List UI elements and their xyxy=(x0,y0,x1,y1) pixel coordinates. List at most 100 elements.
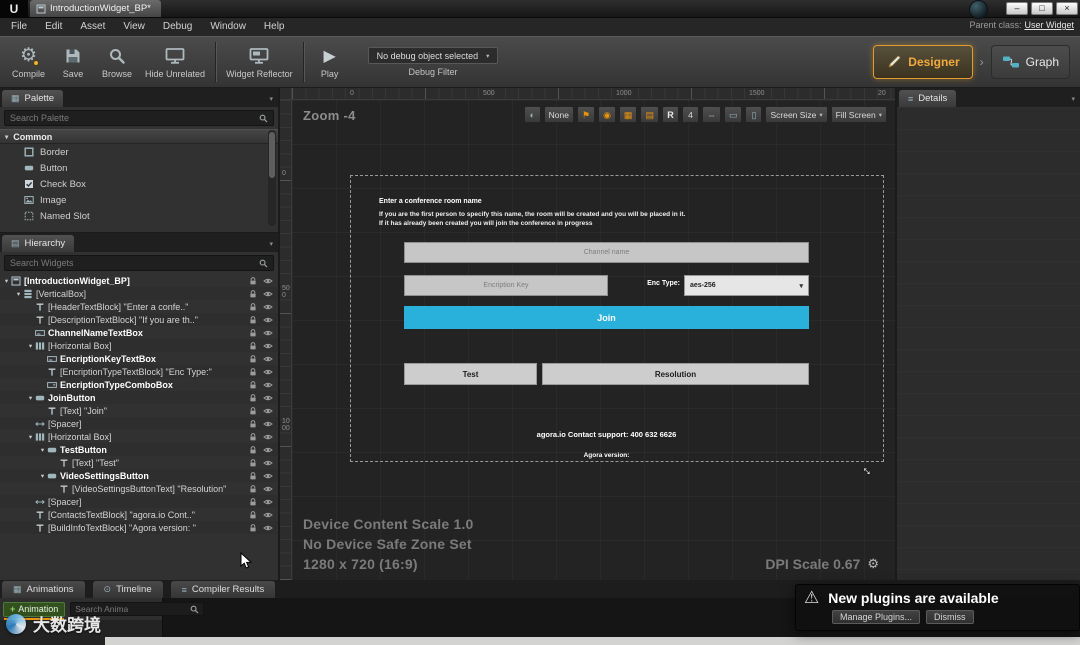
hierarchy-row[interactable]: EncriptionKeyTextBox xyxy=(0,352,278,365)
expand-arrow-icon[interactable]: ▾ xyxy=(38,446,47,454)
minimize-button[interactable]: – xyxy=(1006,2,1028,15)
lock-icon[interactable] xyxy=(248,484,258,494)
hierarchy-search-input[interactable] xyxy=(10,258,255,268)
eye-icon[interactable] xyxy=(263,341,273,351)
dismiss-button[interactable]: Dismiss xyxy=(926,610,974,624)
palette-item[interactable]: Image xyxy=(0,192,278,208)
localization-preview-button[interactable]: ◐ xyxy=(523,106,541,123)
lock-icon[interactable] xyxy=(248,302,258,312)
canvas-heading-text[interactable]: Enter a conference room name xyxy=(379,198,482,205)
tab-animations[interactable]: ▦ Animations xyxy=(2,581,85,598)
lock-icon[interactable] xyxy=(248,276,258,286)
hierarchy-row[interactable]: EncriptionTypeComboBox xyxy=(0,378,278,391)
expand-arrow-icon[interactable]: ▾ xyxy=(26,433,35,441)
hierarchy-row[interactable]: ▾ [Horizontal Box] xyxy=(0,430,278,443)
debug-object-dropdown[interactable]: No debug object selected ▾ xyxy=(367,47,499,64)
menu-item-asset[interactable]: Asset xyxy=(71,18,114,36)
lock-icon[interactable] xyxy=(248,406,258,416)
hierarchy-search[interactable] xyxy=(4,255,274,271)
lock-icon[interactable] xyxy=(248,354,258,364)
eye-icon[interactable] xyxy=(263,497,273,507)
lock-icon[interactable] xyxy=(248,458,258,468)
palette-scrollbar[interactable] xyxy=(268,130,276,226)
hierarchy-row[interactable]: [BuildInfoTextBlock] "Agora version: " xyxy=(0,521,278,534)
expand-arrow-icon[interactable]: ▾ xyxy=(38,472,47,480)
hierarchy-row[interactable]: ▾ TestButton xyxy=(0,443,278,456)
expand-arrow-icon[interactable]: ▾ xyxy=(26,342,35,350)
hierarchy-tab[interactable]: ▤ Hierarchy xyxy=(2,235,75,252)
lock-icon[interactable] xyxy=(248,510,258,520)
details-tab[interactable]: ≡ Details xyxy=(899,90,957,107)
preview-language-dropdown[interactable]: None xyxy=(543,106,574,123)
resolution-button[interactable]: Resolution xyxy=(542,363,809,385)
asset-tab[interactable]: IntroductionWidget_BP* xyxy=(30,0,161,17)
hierarchy-row[interactable]: [Spacer] xyxy=(0,495,278,508)
menu-item-view[interactable]: View xyxy=(114,18,154,36)
eye-icon[interactable] xyxy=(263,406,273,416)
lock-icon[interactable] xyxy=(248,432,258,442)
eye-icon[interactable] xyxy=(263,510,273,520)
eye-icon[interactable] xyxy=(263,484,273,494)
hierarchy-row[interactable]: [Text] "Test" xyxy=(0,456,278,469)
expand-arrow-icon[interactable]: ▾ xyxy=(14,290,23,298)
lock-icon[interactable] xyxy=(248,315,258,325)
lock-icon[interactable] xyxy=(248,523,258,533)
hierarchy-row[interactable]: [EncriptionTypeTextBlock] "Enc Type:" xyxy=(0,365,278,378)
screen-size-dropdown[interactable]: Screen Size ▾ xyxy=(765,106,828,123)
hierarchy-row[interactable]: [ContactsTextBlock] "agora.io Cont.." xyxy=(0,508,278,521)
hierarchy-row[interactable]: ▾ VideoSettingsButton xyxy=(0,469,278,482)
palette-item[interactable]: Border xyxy=(0,144,278,160)
eye-icon[interactable] xyxy=(263,302,273,312)
expand-arrow-icon[interactable]: ▾ xyxy=(2,277,11,285)
channel-name-textbox[interactable]: Channel name xyxy=(404,242,809,263)
encription-key-textbox[interactable]: Encription Key xyxy=(404,275,608,296)
eye-icon[interactable] xyxy=(263,432,273,442)
eye-icon[interactable] xyxy=(263,471,273,481)
lock-icon[interactable] xyxy=(248,328,258,338)
eye-icon[interactable] xyxy=(263,445,273,455)
scrollbar-thumb[interactable] xyxy=(269,132,275,178)
hide-unrelated-button[interactable]: Hide Unrelated xyxy=(139,39,211,85)
lock-icon[interactable] xyxy=(248,471,258,481)
palette-item[interactable]: Check Box xyxy=(0,176,278,192)
compile-button[interactable]: ⚙ Compile xyxy=(6,39,51,85)
menu-item-help[interactable]: Help xyxy=(255,18,294,36)
expand-arrow-icon[interactable]: ▾ xyxy=(26,394,35,402)
panel-menu-caret-icon[interactable]: ▾ xyxy=(269,95,273,103)
portrait-preview-button[interactable]: ▯ xyxy=(745,106,763,123)
test-button[interactable]: Test xyxy=(404,363,537,385)
manage-plugins-button[interactable]: Manage Plugins... xyxy=(832,610,921,624)
target-toggle-button[interactable]: ◉ xyxy=(598,106,616,123)
eye-icon[interactable] xyxy=(263,458,273,468)
eye-icon[interactable] xyxy=(263,289,273,299)
selected-widget-outline[interactable]: Enter a conference room name If you are … xyxy=(350,175,884,462)
landscape-preview-button[interactable]: ▭ xyxy=(723,106,743,123)
eye-icon[interactable] xyxy=(263,276,273,286)
widget-reflector-button[interactable]: Widget Reflector xyxy=(220,39,299,85)
lock-icon[interactable] xyxy=(248,289,258,299)
maximize-button[interactable]: □ xyxy=(1031,2,1053,15)
lock-icon[interactable] xyxy=(248,393,258,403)
lock-icon[interactable] xyxy=(248,380,258,390)
grid-toggle-button[interactable]: ▦ xyxy=(618,106,638,123)
flag-toggle-button[interactable]: ⚑ xyxy=(576,106,596,123)
tab-timeline[interactable]: ⊙ Timeline xyxy=(92,581,163,598)
designer-mode-button[interactable]: Designer xyxy=(873,45,973,79)
eye-icon[interactable] xyxy=(263,367,273,377)
hierarchy-row[interactable]: [DescriptionTextBlock] "If you are th.." xyxy=(0,313,278,326)
hierarchy-row[interactable]: [VideoSettingsButtonText] "Resolution" xyxy=(0,482,278,495)
grid-snap-size-button[interactable]: 4 xyxy=(681,106,699,123)
resize-handle-icon[interactable]: ↔ xyxy=(859,460,879,480)
hierarchy-row[interactable]: ChannelNameTextBox xyxy=(0,326,278,339)
encription-type-combobox[interactable]: aes-256 ▾ xyxy=(684,275,809,296)
lock-icon[interactable] xyxy=(248,367,258,377)
dpi-gear-icon[interactable]: ⚙ xyxy=(867,556,879,572)
canvas-desc-line1[interactable]: If you are the first person to specify t… xyxy=(379,211,685,218)
palette-search-input[interactable] xyxy=(10,113,255,123)
canvas-desc-line2[interactable]: If it has already been created you will … xyxy=(379,220,592,227)
outline-toggle-button[interactable]: ▤ xyxy=(640,106,659,123)
lock-icon[interactable] xyxy=(248,419,258,429)
close-button[interactable]: × xyxy=(1056,2,1078,15)
design-surface[interactable]: Zoom -4 ◐ None ⚑ ◉ ▦ ▤ R 4 ⇔ ▭ ▯ Screen … xyxy=(292,100,895,580)
eye-icon[interactable] xyxy=(263,523,273,533)
